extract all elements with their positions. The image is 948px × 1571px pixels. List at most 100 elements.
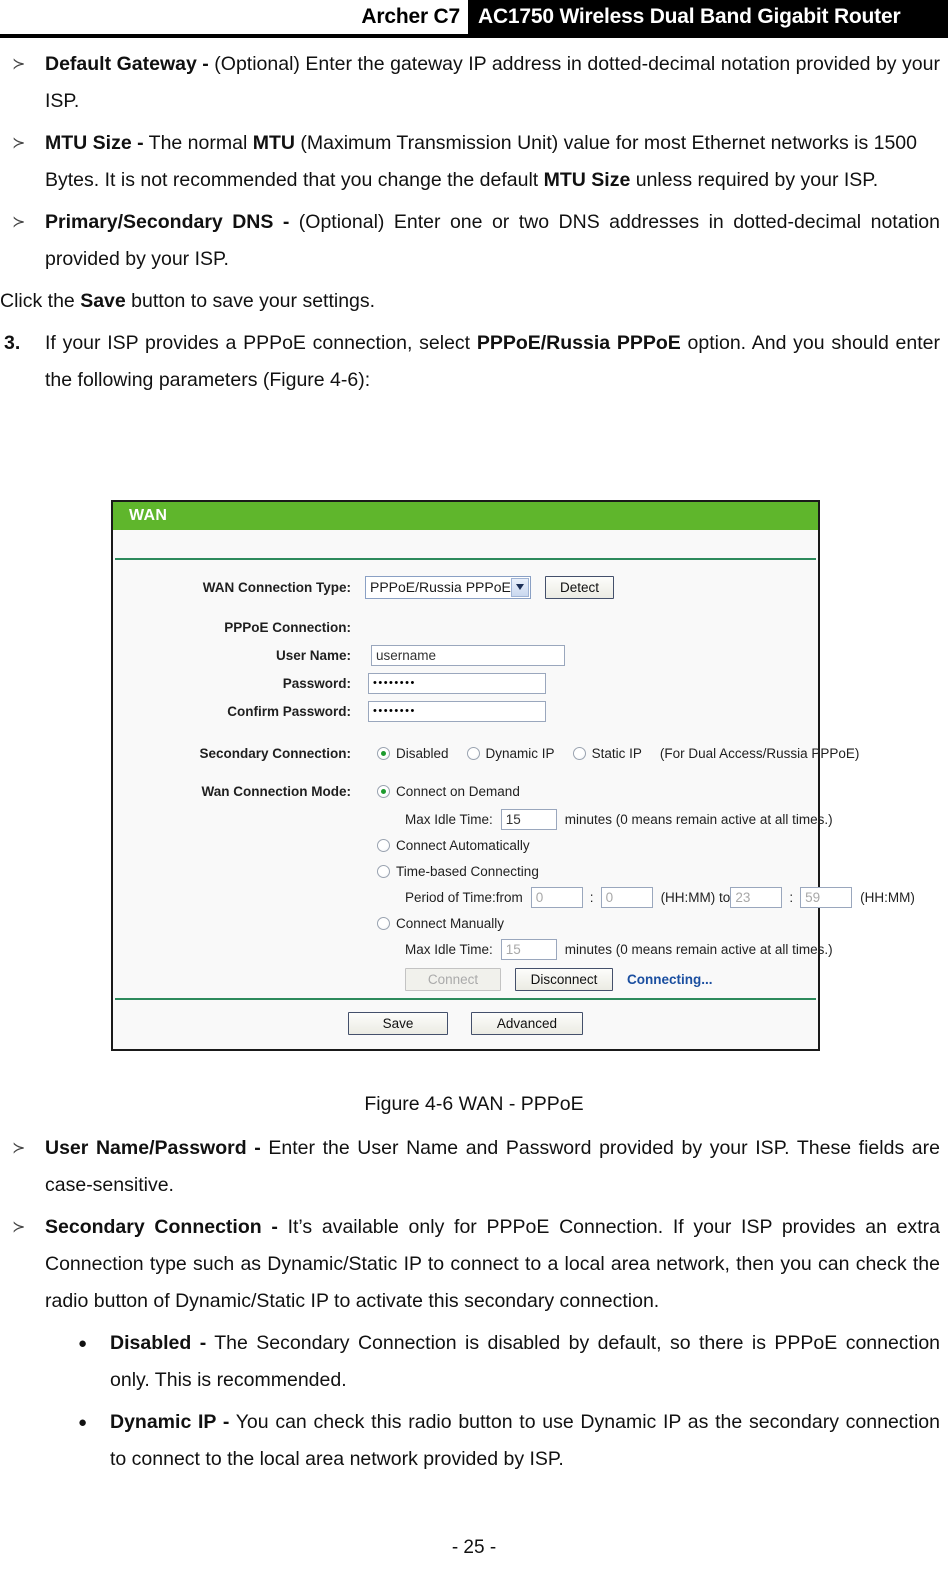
row-connection-actions: Connect Disconnect Connecting... xyxy=(405,966,818,992)
row-connect-automatically: Connect Automatically xyxy=(377,832,818,858)
radio-label-disabled: Disabled xyxy=(396,745,449,761)
subbullet-dynamic-ip: ● Dynamic IP - You can check this radio … xyxy=(0,1404,948,1478)
period-of-time-label: Period of Time:from xyxy=(405,889,523,905)
wan-connection-type-value: PPPoE/Russia PPPoE xyxy=(370,578,511,595)
bullet-secondary-connection-label: Secondary Connection - xyxy=(45,1216,278,1238)
wan-connection-type-select[interactable]: PPPoE/Russia PPPoE xyxy=(365,575,531,599)
subbullet-disabled-label: Disabled - xyxy=(110,1332,207,1354)
bullet-mtu-size-body-1: The normal xyxy=(143,132,253,154)
row-max-idle-time-manual: Max Idle Time: minutes (0 means remain a… xyxy=(405,936,833,962)
radio-label-time-based: Time-based Connecting xyxy=(396,863,539,879)
radio-indicator-connect-manually[interactable] xyxy=(377,916,390,930)
row-confirm-password: Confirm Password: xyxy=(113,698,818,724)
wan-panel-title: WAN xyxy=(113,502,818,530)
row-pppoe-connection: PPPoE Connection: xyxy=(113,614,818,640)
pppoe-connection-label: PPPoE Connection: xyxy=(224,619,351,635)
password-label: Password: xyxy=(282,675,351,691)
confirm-password-input[interactable] xyxy=(368,700,546,722)
bullet-dns-label: Primary/Secondary DNS - xyxy=(45,211,290,233)
chevron-bullet-icon: ≻ xyxy=(12,1219,26,1236)
step-strong: PPPoE/Russia PPPoE xyxy=(476,332,681,354)
user-name-input[interactable] xyxy=(371,644,565,666)
radio-indicator-disabled[interactable] xyxy=(377,746,390,760)
bullet-mtu-size-body-3: unless required by your ISP. xyxy=(630,169,879,191)
bullet-default-gateway: ≻ Default Gateway - (Optional) Enter the… xyxy=(0,46,948,120)
step-body-1: If your ISP provides a PPPoE connection,… xyxy=(45,332,477,354)
connection-status-text: Connecting... xyxy=(627,971,713,987)
row-max-idle-time-demand: Max Idle Time: minutes (0 means remain a… xyxy=(405,806,833,832)
bullet-mtu-strong-2: MTU Size xyxy=(543,169,631,191)
advanced-button[interactable]: Advanced xyxy=(470,1012,583,1035)
lower-content: ≻ User Name/Password - Enter the User Na… xyxy=(0,1130,948,1483)
manual-idle-time-note: minutes (0 means remain active at all ti… xyxy=(564,941,833,957)
upper-content: ≻ Default Gateway - (Optional) Enter the… xyxy=(0,46,948,404)
period-from-minute-input[interactable] xyxy=(600,886,653,908)
numbered-step-3: 3. If your ISP provides a PPPoE connecti… xyxy=(0,325,948,399)
radio-connect-automatically[interactable]: Connect Automatically xyxy=(377,838,530,853)
wan-panel-body: WAN Connection Type: PPPoE/Russia PPPoE … xyxy=(113,560,915,998)
header-product-title: AC1750 Wireless Dual Band Gigabit Router xyxy=(478,5,901,28)
period-from-hour-input[interactable] xyxy=(530,886,583,908)
row-secondary-connection: Secondary Connection: Disabled Dynamic I… xyxy=(113,740,859,766)
radio-secondary-disabled[interactable]: Disabled xyxy=(377,746,449,761)
figure-wan-pppoe: WAN WAN Connection Type: PPPoE/Russia PP… xyxy=(111,500,915,1051)
wan-panel: WAN WAN Connection Type: PPPoE/Russia PP… xyxy=(111,500,915,1051)
period-to-colon: : xyxy=(789,889,794,905)
subbullet-disabled: ● Disabled - The Secondary Connection is… xyxy=(0,1325,948,1399)
header-rule xyxy=(0,34,948,38)
bullet-mtu-strong: MTU xyxy=(252,132,295,154)
bullet-mtu-size: ≻ MTU Size - The normal MTU (Maximum Tra… xyxy=(0,125,948,199)
disconnect-button[interactable]: Disconnect xyxy=(515,967,613,991)
chevron-bullet-icon: ≻ xyxy=(12,214,26,231)
bullet-default-gateway-label: Default Gateway - xyxy=(45,53,209,75)
bullet-user-name-password: ≻ User Name/Password - Enter the User Na… xyxy=(0,1130,948,1204)
chevron-down-icon[interactable] xyxy=(511,577,529,597)
radio-indicator-static-ip[interactable] xyxy=(572,746,586,760)
detect-button[interactable]: Detect xyxy=(545,575,615,599)
radio-secondary-dynamic-ip[interactable]: Dynamic IP xyxy=(466,745,555,761)
radio-label-dynamic-ip: Dynamic IP xyxy=(485,745,555,761)
bullet-secondary-connection: ≻ Secondary Connection - It’s available … xyxy=(0,1209,948,1320)
radio-time-based-connecting[interactable]: Time-based Connecting xyxy=(377,864,539,879)
max-idle-time-input[interactable] xyxy=(500,808,557,830)
radio-secondary-static-ip[interactable]: Static IP xyxy=(572,745,642,761)
radio-label-connect-manually: Connect Manually xyxy=(396,915,505,931)
radio-indicator-connect-automatically[interactable] xyxy=(377,838,390,852)
row-connect-manually: Connect Manually xyxy=(377,910,818,936)
save-button[interactable]: Save xyxy=(348,1012,449,1035)
radio-connect-on-demand[interactable]: Connect on Demand xyxy=(377,784,520,799)
radio-label-connect-automatically: Connect Automatically xyxy=(396,837,530,853)
manual-idle-time-input[interactable] xyxy=(500,938,557,960)
bullet-mtu-size-label: MTU Size - xyxy=(45,132,144,154)
radio-connect-manually[interactable]: Connect Manually xyxy=(377,916,504,931)
radio-indicator-dynamic-ip[interactable] xyxy=(466,746,480,760)
row-password: Password: xyxy=(113,670,818,696)
radio-indicator-connect-on-demand[interactable] xyxy=(377,784,390,798)
row-wan-connection-mode: Wan Connection Mode: Connect on Demand xyxy=(113,778,818,804)
period-from-colon: : xyxy=(589,889,594,905)
chevron-bullet-icon: ≻ xyxy=(12,56,26,73)
manual-idle-time-label: Max Idle Time: xyxy=(405,941,493,957)
period-to-minute-input[interactable] xyxy=(800,886,853,908)
footer-page-number: - 25 - xyxy=(451,1537,497,1558)
connect-button: Connect xyxy=(405,967,501,991)
wan-panel-footer: Save Advanced xyxy=(113,1000,818,1049)
wan-connection-mode-label: Wan Connection Mode: xyxy=(201,783,351,799)
click-save-strong: Save xyxy=(80,290,126,312)
paragraph-click-save: Click the Save button to save your setti… xyxy=(0,283,948,320)
subbullet-dynamic-ip-label: Dynamic IP - xyxy=(110,1411,230,1433)
chevron-bullet-icon: ≻ xyxy=(12,1140,26,1157)
wan-connection-type-label: WAN Connection Type: xyxy=(202,579,351,595)
period-to-hour-input[interactable] xyxy=(730,886,783,908)
radio-label-static-ip: Static IP xyxy=(591,745,642,761)
step-number: 3. xyxy=(4,332,21,354)
password-input[interactable] xyxy=(368,672,546,694)
click-save-prefix: Click the xyxy=(0,290,81,312)
user-name-label: User Name: xyxy=(275,647,351,663)
max-idle-time-label: Max Idle Time: xyxy=(405,811,493,827)
radio-indicator-time-based[interactable] xyxy=(377,864,390,878)
confirm-password-label: Confirm Password: xyxy=(227,703,351,719)
row-wan-connection-type: WAN Connection Type: PPPoE/Russia PPPoE … xyxy=(113,574,818,600)
bullet-primary-secondary-dns: ≻ Primary/Secondary DNS - (Optional) Ent… xyxy=(0,204,948,278)
secondary-connection-label: Secondary Connection: xyxy=(199,745,351,761)
